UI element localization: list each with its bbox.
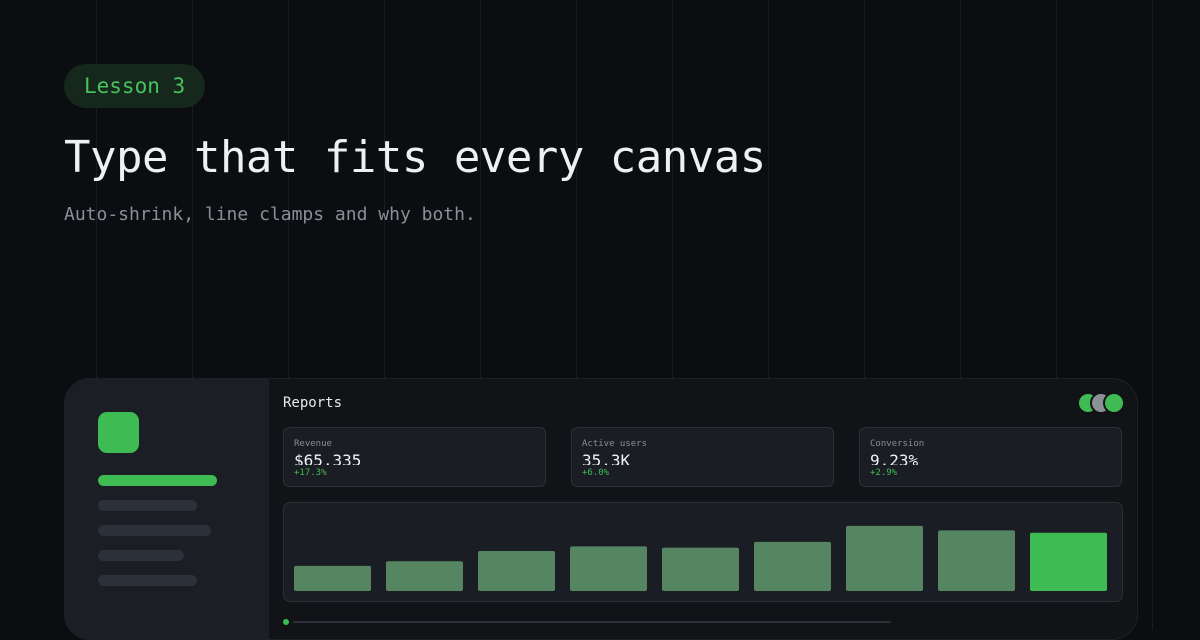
kpi-label: Active users [582, 439, 648, 449]
lesson-badge: Lesson 3 [64, 64, 206, 108]
kpi-card-revenue: Revenue $65,335 +17.3% [283, 427, 546, 487]
kpi-card-active-users: Active users 35.3K +6.0% [571, 427, 834, 487]
sidebar-item-4[interactable] [98, 550, 184, 561]
page-subtitle: Auto-shrink, line clamps and why both. [64, 204, 476, 225]
progress-track [293, 621, 891, 623]
bar-chart [294, 525, 1107, 591]
chart-bar [570, 546, 647, 591]
kpi-delta: +6.0% [582, 468, 610, 478]
kpi-delta: +17.3% [294, 468, 327, 478]
chart-bar [846, 525, 923, 591]
kpi-delta: +2.9% [870, 468, 898, 478]
kpi-label: Conversion [870, 439, 925, 449]
sidebar-item-5[interactable] [98, 575, 197, 586]
chart-bar [294, 565, 371, 591]
avatar[interactable] [1103, 392, 1125, 414]
sidebar [65, 379, 269, 639]
kpi-value: $65,335 [294, 451, 362, 465]
kpi-value: 9.23% [870, 451, 919, 465]
progress-indicator [283, 619, 289, 625]
chart-bar [1030, 532, 1107, 591]
kpi-value: 35.3K [582, 451, 631, 465]
sidebar-item-2[interactable] [98, 500, 197, 511]
kpi-label: Revenue [294, 439, 332, 449]
chart-bar [754, 541, 831, 591]
chart-bar [662, 547, 739, 591]
app-logo [98, 412, 139, 453]
avatar-group[interactable] [1077, 392, 1125, 414]
bar-chart-card [283, 502, 1123, 602]
kpi-card-conversion: Conversion 9.23% +2.9% [859, 427, 1122, 487]
dashboard-mockup: Reports Revenue $65,335 +17.3% Active us… [64, 378, 1138, 640]
chart-bar [478, 551, 555, 591]
sidebar-item-3[interactable] [98, 525, 211, 536]
reports-title: Reports [283, 395, 343, 411]
page-title: Type that fits every canvas [64, 132, 766, 183]
sidebar-item-1[interactable] [98, 475, 217, 486]
gridline [1152, 0, 1153, 630]
chart-bar [386, 561, 463, 591]
chart-bar [938, 530, 1015, 591]
